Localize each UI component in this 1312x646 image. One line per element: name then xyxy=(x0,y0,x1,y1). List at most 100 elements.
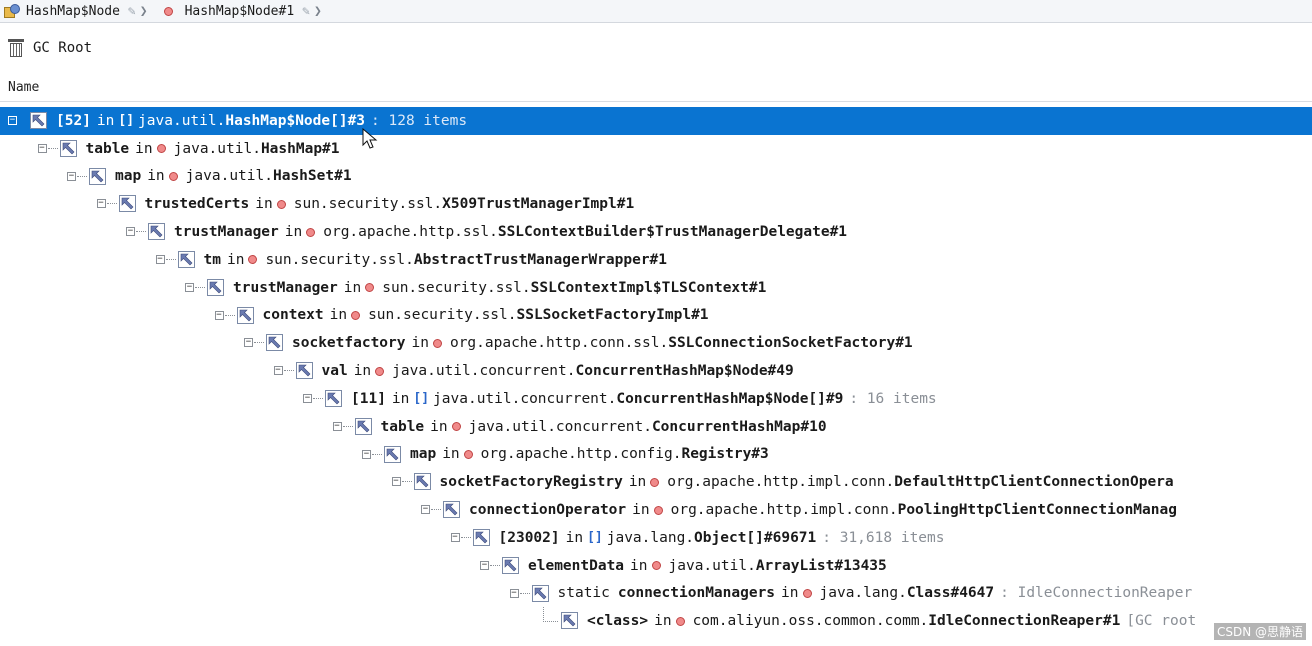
tree-row[interactable]: − socketfactory in org.apache.http.conn.ssl… xyxy=(0,329,1312,357)
array-icon: [] xyxy=(118,113,135,129)
row-content: [11] in[] java.util.concurrent. ConcurrentH… xyxy=(351,385,937,413)
tree-row[interactable]: <class> in com.aliyun.oss.common.comm. Idle… xyxy=(0,607,1312,635)
class-name: AbstractTrustManagerWrapper#1 xyxy=(413,251,668,268)
field-name: trustedCerts xyxy=(144,196,250,213)
row-content: trustManager in org.apache.http.ssl. SSLCon… xyxy=(174,218,847,246)
class-name: HashMap#1 xyxy=(260,140,340,157)
tree-row[interactable]: − [23002] in[] java.lang. Object[]#69671: 31… xyxy=(0,524,1312,552)
instance-dot-icon xyxy=(653,505,663,515)
in-label: in xyxy=(654,613,672,630)
package-name: java.lang. xyxy=(819,585,907,602)
tree-row[interactable]: − [11] in[] java.util.concurrent. Concurrent… xyxy=(0,385,1312,413)
in-label: in xyxy=(135,140,153,157)
reference-arrow-icon xyxy=(89,167,106,185)
collapse-toggle-icon[interactable]: − xyxy=(8,116,17,125)
tree-row[interactable]: − socketFactoryRegistry in org.apache.http.… xyxy=(0,468,1312,496)
tree-connector xyxy=(490,564,500,567)
package-name: sun.security.ssl. xyxy=(293,196,443,213)
instance-dot-icon xyxy=(276,199,286,209)
tree-row[interactable]: − trustManager in sun.security.ssl. SSLConte… xyxy=(0,274,1312,302)
collapse-toggle-icon[interactable]: − xyxy=(214,310,224,320)
instance-dot-icon xyxy=(451,422,461,432)
tree-row[interactable]: − trustManager in org.apache.http.ssl. SSLCo… xyxy=(0,218,1312,246)
collapse-toggle-icon[interactable]: − xyxy=(362,449,371,459)
pin-icon[interactable]: ✎ xyxy=(128,4,136,19)
instance-dot-icon xyxy=(156,144,166,154)
collapse-toggle-icon[interactable]: − xyxy=(244,338,253,348)
field-name: socketfactory xyxy=(292,335,406,352)
item-meta: [GC root xyxy=(1126,613,1197,630)
tree-row[interactable]: − map in java.util. HashSet#1 xyxy=(0,163,1312,191)
instance-dot-icon xyxy=(306,227,316,237)
tree-row[interactable]: − tm in sun.security.ssl. AbstractTrustManag… xyxy=(0,246,1312,274)
in-label: in xyxy=(255,196,273,213)
reference-arrow-icon xyxy=(148,223,165,241)
class-name: Object[]#69671 xyxy=(694,529,817,546)
tree-row[interactable]: − static connectionManagers in java.lang. Cla… xyxy=(0,580,1312,608)
row-content: connectionOperator in org.apache.http.impl… xyxy=(469,496,1177,524)
item-meta: : 31,618 items xyxy=(822,529,945,546)
collapse-toggle-icon[interactable]: − xyxy=(67,171,76,181)
reference-arrow-icon xyxy=(30,112,47,129)
collapse-toggle-icon[interactable]: − xyxy=(37,143,47,153)
collapse-toggle-icon[interactable]: − xyxy=(185,282,194,292)
row-content: trustedCerts in sun.security.ssl. X509Trust… xyxy=(145,190,635,218)
in-label: in xyxy=(147,168,165,185)
row-content: val in java.util.concurrent. ConcurrentHash… xyxy=(322,357,794,385)
breadcrumb: HashMap$Node ✎ ❯ HashMap$Node#1 ✎ ❯ xyxy=(0,0,1312,23)
field-name: val xyxy=(321,363,348,380)
tree-row[interactable]: − [52] in[] java.util. HashMap$Node[]#3: 128… xyxy=(0,107,1312,135)
class-name: SSLContextBuilder$TrustManagerDelegate#1 xyxy=(497,224,848,241)
tree-row[interactable]: − connectionOperator in org.apache.http.imp… xyxy=(0,496,1312,524)
package-name: sun.security.ssl. xyxy=(368,307,517,324)
pin-icon[interactable]: ✎ xyxy=(302,4,310,19)
tree-row[interactable]: − trustedCerts in sun.security.ssl. X509Trus… xyxy=(0,190,1312,218)
row-content: [23002] in[] java.lang. Object[]#69671: 31,… xyxy=(499,524,945,552)
field-name: [23002] xyxy=(498,529,560,546)
collapse-toggle-icon[interactable]: − xyxy=(421,505,430,515)
collapse-toggle-icon[interactable]: − xyxy=(303,393,312,403)
collapse-toggle-icon[interactable]: − xyxy=(509,588,519,598)
package-name: org.apache.http.ssl. xyxy=(323,224,498,241)
reference-tree[interactable]: − [52] in[] java.util. HashMap$Node[]#3: 128… xyxy=(0,107,1312,635)
in-label: in xyxy=(343,279,362,296)
reference-arrow-icon xyxy=(325,389,342,407)
collapse-toggle-icon[interactable]: − xyxy=(155,254,165,264)
tree-row[interactable]: − map in org.apache.http.config. Registry#3 xyxy=(0,441,1312,469)
field-name: context xyxy=(262,307,324,324)
row-content: trustManager in sun.security.ssl. SSLContex… xyxy=(233,274,766,302)
in-label: in xyxy=(430,418,448,435)
collapse-toggle-icon[interactable]: − xyxy=(126,227,135,237)
tree-row[interactable]: − table in java.util.concurrent. ConcurrentH… xyxy=(0,413,1312,441)
field-name: connectionManagers xyxy=(617,585,776,602)
in-label: in xyxy=(565,529,584,546)
collapse-toggle-icon[interactable]: − xyxy=(332,421,342,431)
row-content: table in java.util. HashMap#1 xyxy=(86,135,340,163)
collapse-toggle-icon[interactable]: − xyxy=(273,366,283,376)
breadcrumb-item-class[interactable]: HashMap$Node ✎ ❯ xyxy=(0,4,156,19)
breadcrumb-item-instance[interactable]: HashMap$Node#1 ✎ ❯ xyxy=(156,4,330,19)
tree-row[interactable]: − val in java.util.concurrent. ConcurrentHas… xyxy=(0,357,1312,385)
column-header-label: Name xyxy=(8,80,40,95)
column-header-name[interactable]: Name xyxy=(0,74,1312,102)
field-name: <class> xyxy=(587,613,649,630)
package-name: java.util. xyxy=(185,168,273,185)
collapse-toggle-icon[interactable]: − xyxy=(96,199,106,209)
field-name: tm xyxy=(203,251,221,268)
instance-dot-icon xyxy=(248,255,258,265)
reference-arrow-icon xyxy=(118,195,136,213)
collapse-toggle-icon[interactable]: − xyxy=(450,532,460,542)
package-name: java.util.concurrent. xyxy=(468,418,652,435)
instance-dot-icon xyxy=(650,477,660,487)
collapse-toggle-icon[interactable]: − xyxy=(480,560,489,570)
in-label: in xyxy=(226,251,245,268)
tree-connector xyxy=(342,425,353,428)
tree-connector xyxy=(401,481,412,483)
tree-row[interactable]: − table in java.util. HashMap#1 xyxy=(0,135,1312,163)
in-label: in xyxy=(96,112,115,129)
tree-row[interactable]: − elementData in java.util. ArrayList#13435 xyxy=(0,552,1312,580)
collapse-toggle-icon[interactable]: − xyxy=(391,477,401,487)
reference-arrow-icon xyxy=(384,445,401,463)
class-name: DefaultHttpClientConnectionOpera xyxy=(894,474,1174,491)
tree-row[interactable]: − context in sun.security.ssl. SSLSocketFact… xyxy=(0,302,1312,330)
